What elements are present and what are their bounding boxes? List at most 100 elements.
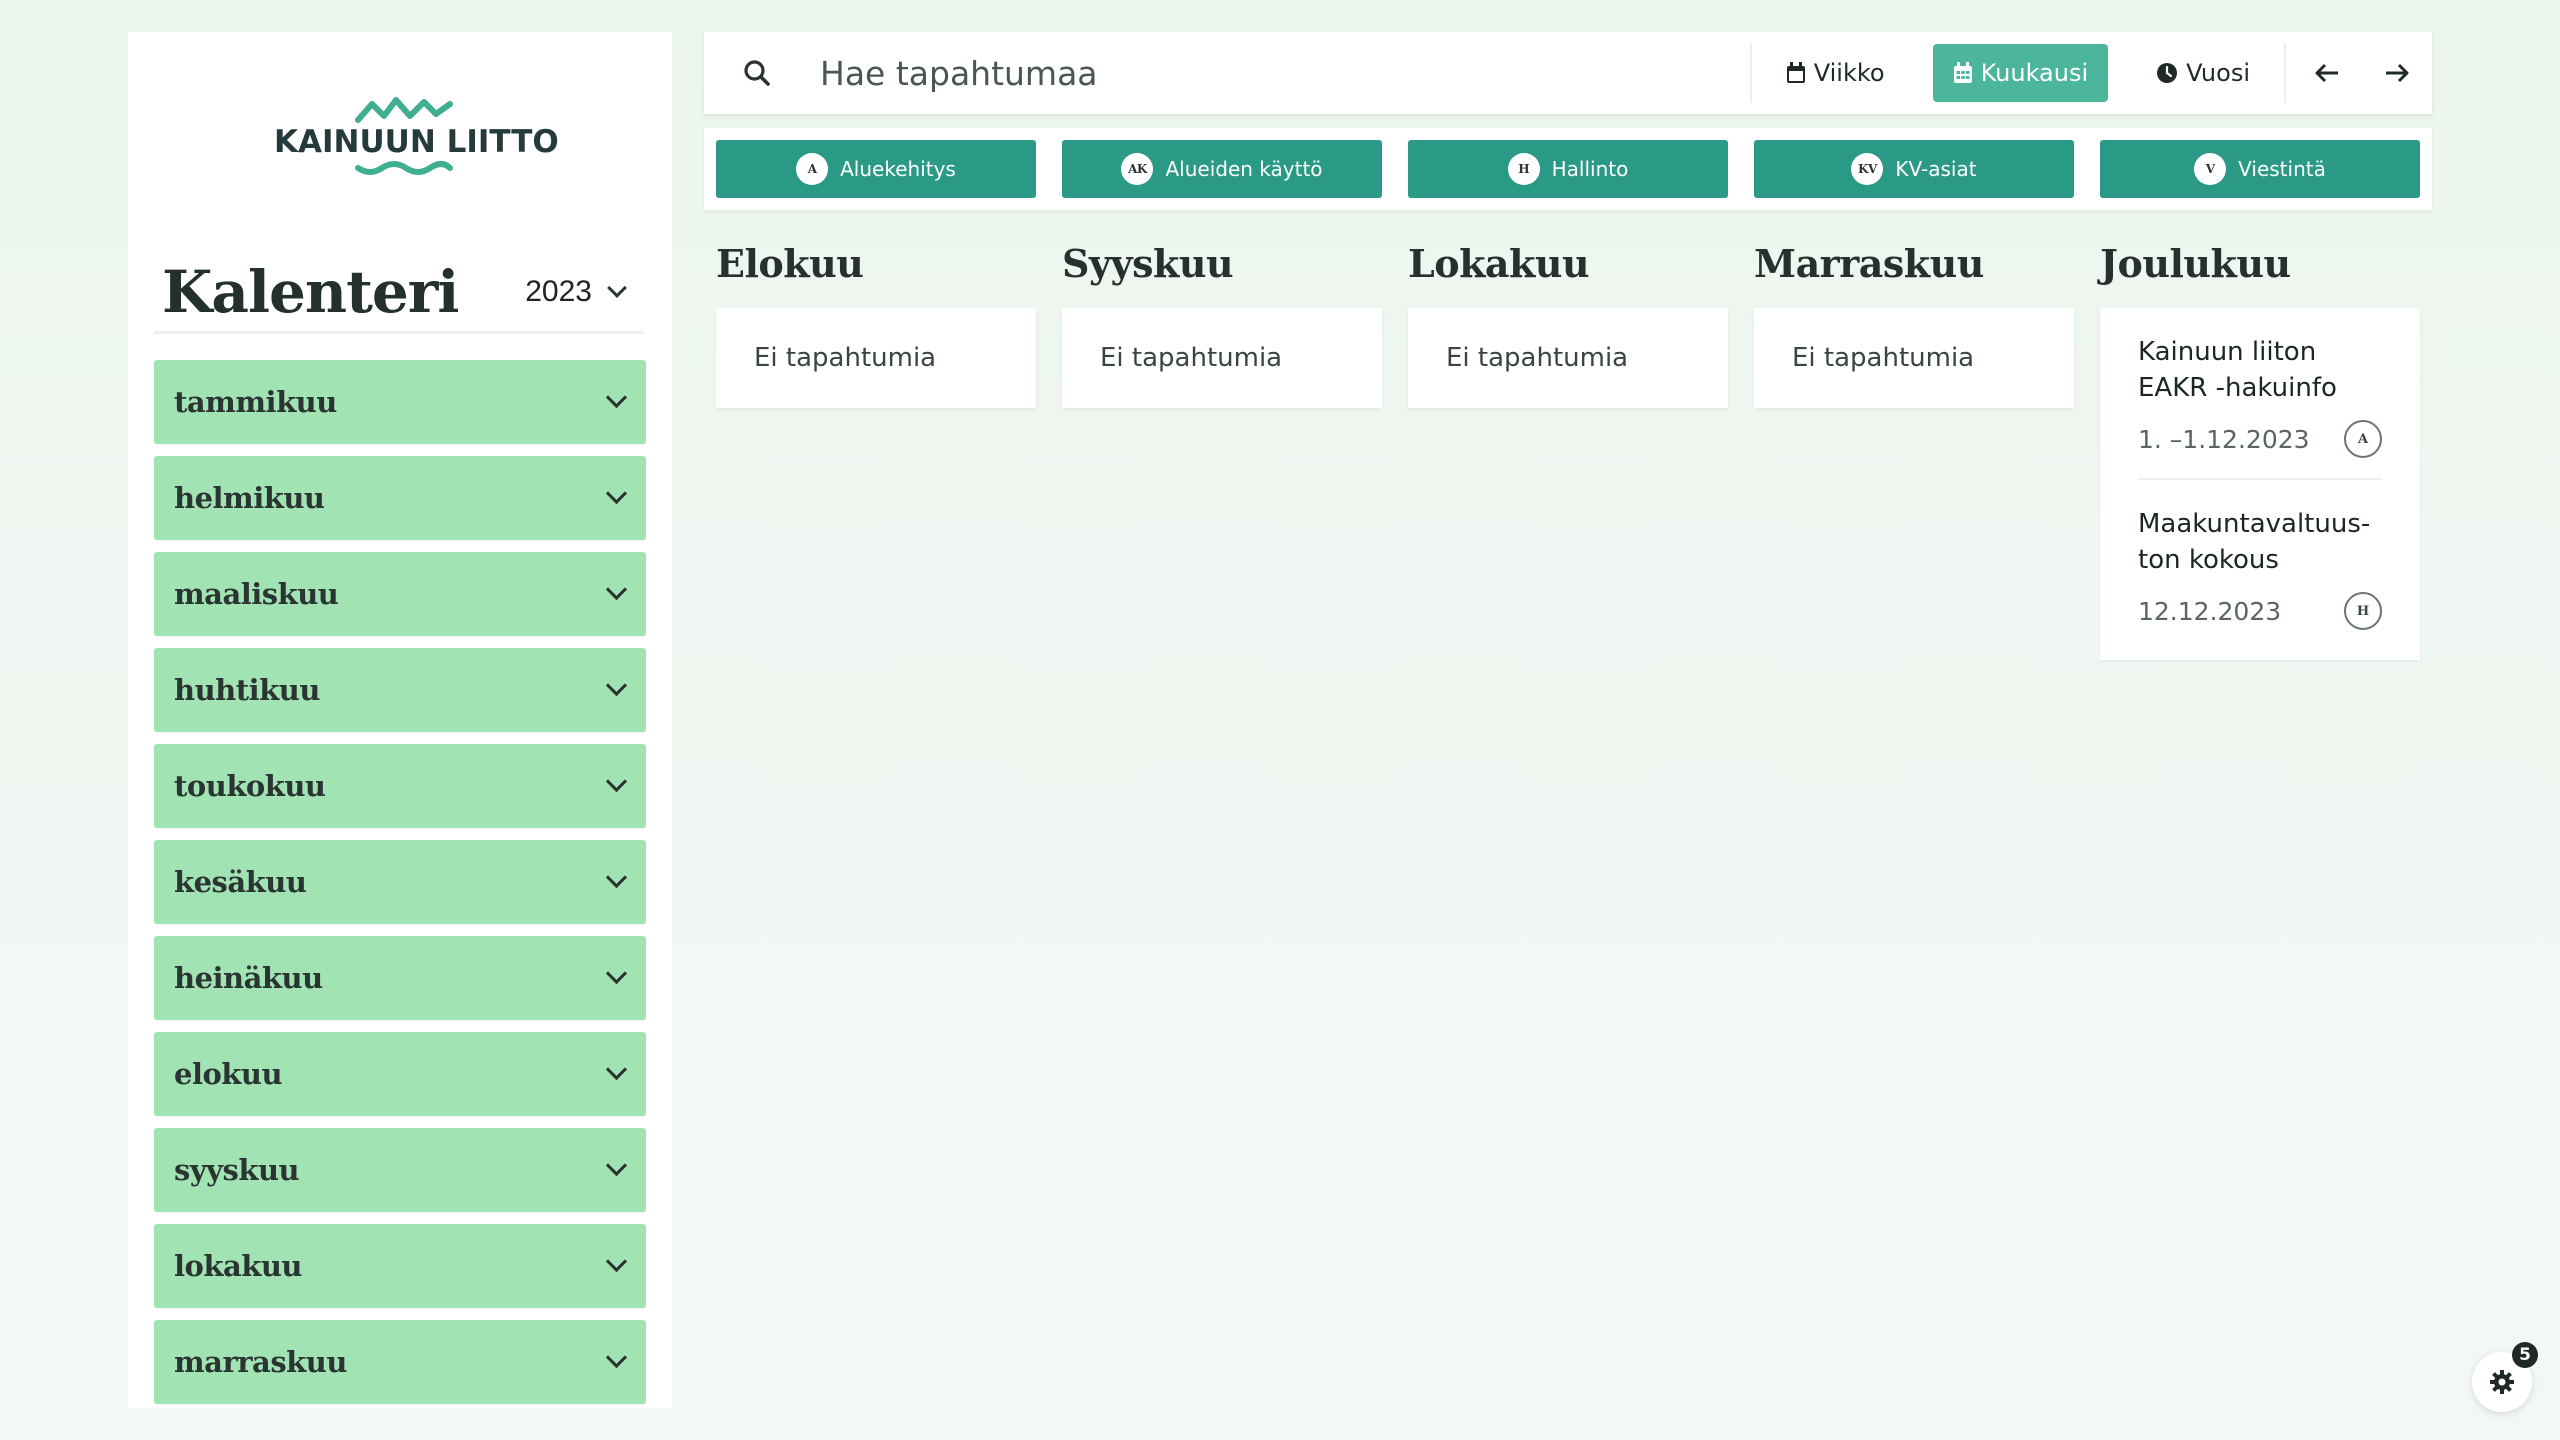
- category-label: Viestintä: [2238, 157, 2326, 181]
- view-month-label: Kuukausi: [1980, 59, 2089, 87]
- category-alueiden-kaytto-button[interactable]: AK Alueiden käyttö: [1062, 140, 1382, 198]
- chevron-down-icon: [605, 1346, 628, 1368]
- category-hallinto-button[interactable]: H Hallinto: [1408, 140, 1728, 198]
- event-footer: 1. –1.12.2023 A: [2138, 420, 2382, 458]
- chevron-down-icon: [605, 770, 628, 792]
- chevron-down-icon: [605, 1154, 628, 1176]
- month-label: maaliskuu: [174, 577, 339, 611]
- month-title: Lokakuu: [1408, 241, 1590, 286]
- month-accordion-marraskuu[interactable]: marraskuu: [154, 1320, 646, 1404]
- logo[interactable]: KAINUUN LIITTO: [274, 92, 559, 222]
- category-aluekehitys-button[interactable]: A Aluekehitys: [716, 140, 1036, 198]
- notification-count-badge: 5: [2512, 1342, 2538, 1368]
- view-month-button[interactable]: Kuukausi: [1932, 44, 2109, 102]
- event-title-line: EAKR -hakuinfo: [2138, 373, 2337, 403]
- search-icon: [744, 60, 770, 86]
- month-label: lokakuu: [174, 1249, 303, 1283]
- event-category-badge: A: [2344, 420, 2382, 458]
- chevron-down-icon: [607, 277, 627, 298]
- month-title: Syyskuu: [1062, 241, 1234, 286]
- event-date: 1. –1.12.2023: [2138, 424, 2310, 454]
- chevron-down-icon: [605, 1058, 628, 1080]
- year-select[interactable]: 2023: [525, 275, 644, 309]
- next-period-button[interactable]: [2362, 32, 2432, 114]
- month-label: heinäkuu: [174, 961, 323, 995]
- category-badge: V: [2194, 153, 2227, 185]
- month-accordion-kesakuu[interactable]: kesäkuu: [154, 840, 646, 924]
- month-accordion-heinakuu[interactable]: heinäkuu: [154, 936, 646, 1020]
- month-accordion-syyskuu[interactable]: syyskuu: [154, 1128, 646, 1212]
- chevron-down-icon: [605, 674, 628, 696]
- category-badge: AK: [1121, 153, 1154, 185]
- event-item[interactable]: Maakuntavaltuus- ton kokous 12.12.2023 H: [2138, 480, 2382, 660]
- month-accordion-maaliskuu[interactable]: maaliskuu: [154, 552, 646, 636]
- view-year-label: Vuosi: [2186, 59, 2250, 87]
- empty-state: Ei tapahtumia: [1754, 308, 2074, 408]
- previous-period-button[interactable]: [2292, 32, 2362, 114]
- month-label: marraskuu: [174, 1345, 347, 1379]
- arrow-right-icon: [2386, 63, 2409, 83]
- event-title: Kainuun liiton EAKR -hakuinfo: [2138, 334, 2382, 406]
- month-columns: Elokuu Ei tapahtumia Syyskuu Ei tapahtum…: [716, 232, 2430, 692]
- search-input[interactable]: [810, 43, 1750, 103]
- month-column-lokakuu: Lokakuu Ei tapahtumia: [1408, 232, 1728, 408]
- month-accordion-helmikuu[interactable]: helmikuu: [154, 456, 646, 540]
- chevron-down-icon: [605, 962, 628, 984]
- divider: [2284, 43, 2286, 103]
- month-label: toukokuu: [174, 769, 326, 803]
- category-viestinta-button[interactable]: V Viestintä: [2100, 140, 2420, 198]
- month-title: Marraskuu: [1754, 241, 1984, 286]
- category-filter-bar: A Aluekehitys AK Alueiden käyttö H Halli…: [704, 128, 2432, 210]
- category-label: Hallinto: [1551, 157, 1629, 181]
- category-kv-asiat-button[interactable]: KV KV-asiat: [1754, 140, 2074, 198]
- search-button[interactable]: [704, 32, 810, 114]
- event-title-line: Kainuun liiton: [2138, 337, 2317, 367]
- divider: [1749, 43, 1752, 103]
- chevron-down-icon: [605, 482, 628, 504]
- event-title: Maakuntavaltuus- ton kokous: [2138, 506, 2382, 578]
- view-week-button[interactable]: Viikko: [1766, 44, 1905, 102]
- clock-icon: [2157, 63, 2178, 83]
- event-title-line: Maakuntavaltuus-: [2138, 509, 2371, 539]
- logo-text: KAINUUN LIITTO: [274, 124, 559, 160]
- year-value: 2023: [525, 274, 592, 308]
- event-item[interactable]: Kainuun liiton EAKR -hakuinfo 1. –1.12.2…: [2138, 308, 2382, 480]
- month-column-marraskuu: Marraskuu Ei tapahtumia: [1754, 232, 2074, 408]
- month-label: tammikuu: [174, 385, 337, 419]
- chevron-down-icon: [605, 866, 628, 888]
- category-badge: KV: [1851, 153, 1884, 185]
- logo-wave-icon: [355, 161, 453, 175]
- month-label: huhtikuu: [174, 673, 320, 707]
- gear-icon: [2490, 1370, 2514, 1394]
- category-label: KV-asiat: [1895, 157, 1977, 181]
- event-title-line: ton kokous: [2138, 545, 2279, 575]
- month-list: tammikuu helmikuu maaliskuu huhtikuu tou…: [154, 360, 646, 1408]
- month-label: helmikuu: [174, 481, 325, 515]
- arrow-left-icon: [2315, 63, 2338, 83]
- event-footer: 12.12.2023 H: [2138, 592, 2382, 630]
- event-list: Kainuun liiton EAKR -hakuinfo 1. –1.12.2…: [2100, 308, 2420, 660]
- empty-state: Ei tapahtumia: [1062, 308, 1382, 408]
- toolbar: Viikko Kuukausi Vuosi: [704, 32, 2432, 114]
- month-column-syyskuu: Syyskuu Ei tapahtumia: [1062, 232, 1382, 408]
- event-category-badge: H: [2344, 592, 2382, 630]
- month-column-elokuu: Elokuu Ei tapahtumia: [716, 232, 1036, 408]
- month-accordion-huhtikuu[interactable]: huhtikuu: [154, 648, 646, 732]
- calendar-grid-icon: [1953, 62, 1972, 83]
- view-week-label: Viikko: [1813, 59, 1885, 87]
- category-badge: A: [796, 153, 829, 185]
- month-accordion-tammikuu[interactable]: tammikuu: [154, 360, 646, 444]
- empty-state: Ei tapahtumia: [1408, 308, 1728, 408]
- chevron-down-icon: [605, 1250, 628, 1272]
- month-accordion-elokuu[interactable]: elokuu: [154, 1032, 646, 1116]
- sidebar: KAINUUN LIITTO Kalenteri 2023 tammikuu h…: [128, 32, 672, 1408]
- empty-state: Ei tapahtumia: [716, 308, 1036, 408]
- view-year-button[interactable]: Vuosi: [2136, 44, 2270, 102]
- calendar-header: Kalenteri 2023: [154, 252, 644, 334]
- logo-mountains-icon: [355, 97, 453, 123]
- category-label: Aluekehitys: [840, 157, 956, 181]
- month-title: Joulukuu: [2100, 241, 2291, 286]
- category-badge: H: [1507, 153, 1540, 185]
- month-accordion-toukokuu[interactable]: toukokuu: [154, 744, 646, 828]
- month-accordion-lokakuu[interactable]: lokakuu: [154, 1224, 646, 1308]
